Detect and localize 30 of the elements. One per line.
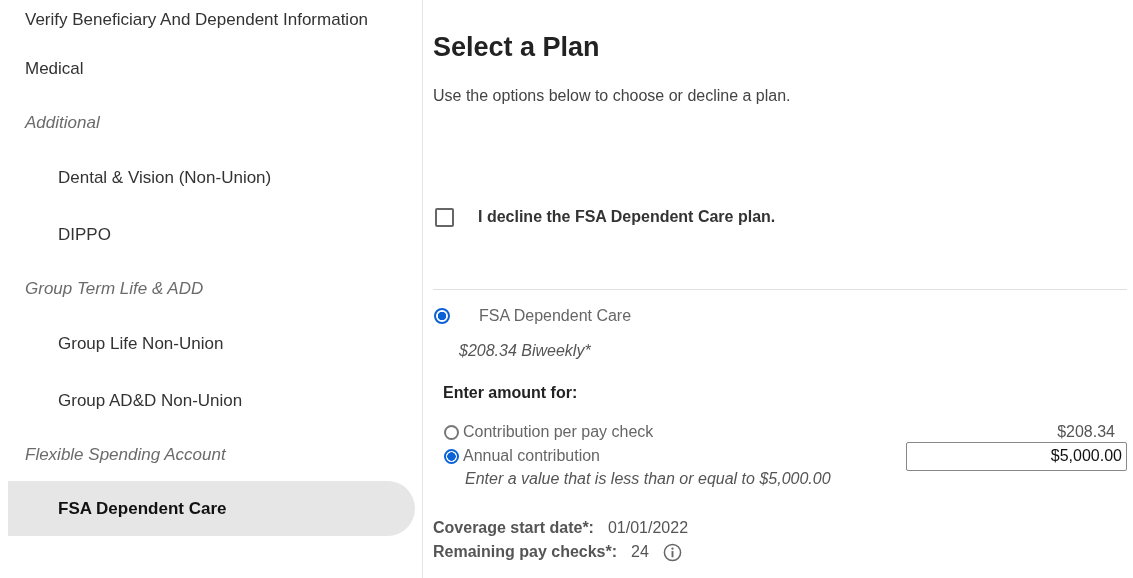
- sidebar-group-label: Flexible Spending Account: [24, 444, 228, 466]
- sidebar-item[interactable]: Verify Beneficiary And Dependent Information: [8, 0, 415, 40]
- checkbox-label: I decline the FSA Dependent Care plan.: [478, 208, 776, 226]
- radio-button[interactable]: [434, 308, 450, 324]
- sidebar-item[interactable]: Dental & Vision (Non-Union): [8, 149, 415, 206]
- section-heading: Enter amount for:: [443, 384, 579, 402]
- sidebar-item[interactable]: Group Life Non-Union: [8, 315, 415, 372]
- instructions-text: Use the options below to choose or decline a plan.: [433, 87, 792, 105]
- detail-value: 24: [631, 543, 649, 561]
- sidebar-group-label: Additional: [23, 112, 101, 134]
- radio-button[interactable]: [444, 448, 459, 464]
- info-icon[interactable]: [662, 542, 682, 562]
- page-title: Select a Plan: [433, 32, 601, 63]
- sidebar-item[interactable]: DIPPO: [8, 206, 415, 263]
- checkbox[interactable]: [435, 207, 454, 227]
- sidebar-group-label: Group Term Life & ADD: [24, 278, 205, 300]
- option-label: Contribution per pay check: [463, 423, 655, 441]
- sidebar-item[interactable]: Group AD&D Non-Union: [8, 372, 415, 429]
- radio-button[interactable]: [444, 424, 459, 440]
- sidebar-item[interactable]: Medical: [8, 40, 415, 97]
- amount-value: $208.34: [1057, 423, 1115, 441]
- detail-label: Remaining pay checks*:: [433, 543, 618, 561]
- option-label: Annual contribution: [463, 447, 601, 465]
- plan-cost: $208.34 Biweekly*: [459, 342, 592, 360]
- hint-text: Enter a value that is less than or equal to $5,000.00: [465, 470, 832, 488]
- sidebar-item[interactable]: FSA Dependent Care: [8, 481, 415, 536]
- detail-value: 01/01/2022: [607, 519, 689, 537]
- detail-label: Coverage start date*:: [433, 519, 594, 537]
- amount-field[interactable]: $5,000.00: [906, 441, 1127, 471]
- plan-name: FSA Dependent Care: [479, 307, 632, 325]
